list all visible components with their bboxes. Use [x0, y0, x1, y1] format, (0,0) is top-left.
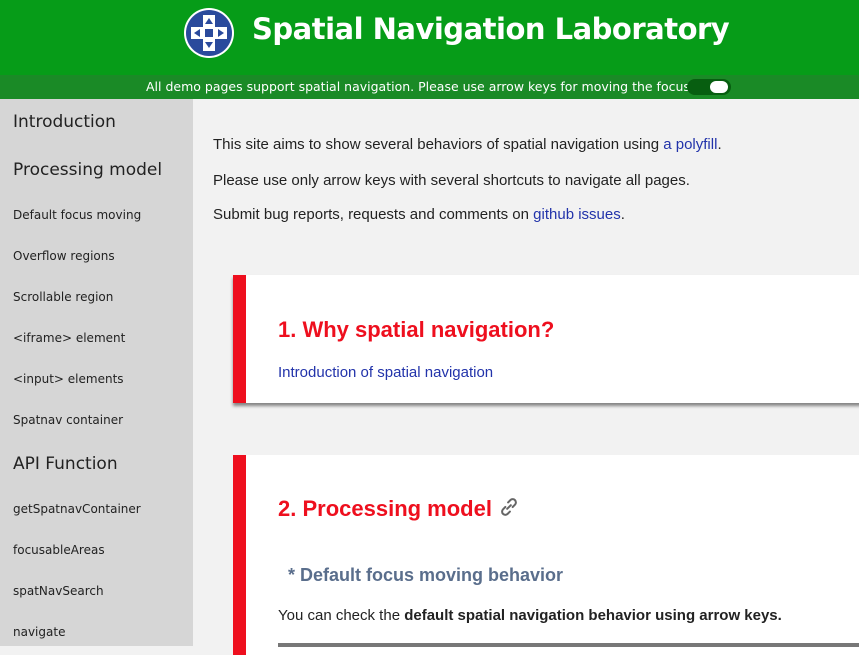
sidebar-item-default-focus-moving[interactable]: Default focus moving — [13, 208, 141, 222]
sidebar-item-spatnavsearch[interactable]: spatNavSearch — [13, 584, 104, 598]
demo-frame-border — [278, 643, 859, 647]
section-card-why: 1. Why spatial navigation? Introduction … — [233, 275, 859, 403]
polyfill-link[interactable]: a polyfill — [663, 136, 717, 153]
sidebar-item-processing-model[interactable]: Processing model — [13, 160, 162, 180]
sidebar: Introduction Processing model Default fo… — [0, 99, 193, 646]
main-content: This site aims to show several behaviors… — [193, 99, 859, 655]
intro-text: Submit bug reports, requests and comment… — [213, 206, 534, 223]
subsection-heading: * Default focus moving behavior — [288, 565, 564, 585]
section-title: 1. Why spatial navigation? — [278, 317, 555, 342]
section-title-row: 2. Processing model — [278, 496, 520, 524]
intro-period: . — [717, 136, 722, 153]
site-header: Spatial Navigation Laboratory — [0, 0, 859, 75]
spatnav-toggle[interactable] — [687, 79, 731, 95]
intro-line-2: Please use only arrow keys with several … — [213, 172, 690, 189]
sidebar-item-introduction[interactable]: Introduction — [13, 112, 116, 132]
sidebar-item-input-elements[interactable]: <input> elements — [13, 372, 124, 386]
desc-text: You can check the — [278, 607, 405, 624]
intro-line-1: This site aims to show several behaviors… — [213, 136, 722, 153]
intro-period: . — [620, 206, 625, 223]
intro-text: This site aims to show several behaviors… — [213, 136, 664, 153]
intro-line-3: Submit bug reports, requests and comment… — [213, 206, 625, 223]
intro-spatnav-link[interactable]: Introduction of spatial navigation — [278, 364, 493, 381]
sidebar-item-api-function[interactable]: API Function — [13, 454, 118, 474]
sidebar-item-navigate[interactable]: navigate — [13, 625, 65, 639]
dpad-icon[interactable] — [184, 8, 234, 58]
site-title: Spatial Navigation Laboratory — [252, 12, 730, 46]
section-title: 2. Processing model — [278, 496, 492, 521]
notice-text: All demo pages support spatial navigatio… — [146, 79, 694, 94]
link-chain-icon[interactable] — [498, 496, 520, 524]
desc-bold-text: default spatial navigation behavior usin… — [404, 607, 782, 624]
sidebar-item-scrollable-region[interactable]: Scrollable region — [13, 290, 113, 304]
section-card-processing: 2. Processing model * Default focus movi… — [233, 455, 859, 655]
sidebar-item-getspatnavcontainer[interactable]: getSpatnavContainer — [13, 502, 141, 516]
section-description: You can check the default spatial naviga… — [278, 607, 782, 624]
sidebar-item-overflow-regions[interactable]: Overflow regions — [13, 249, 115, 263]
sidebar-item-focusableareas[interactable]: focusableAreas — [13, 543, 105, 557]
toggle-knob — [710, 81, 728, 93]
notice-bar: All demo pages support spatial navigatio… — [0, 75, 859, 99]
github-issues-link[interactable]: github issues — [533, 206, 621, 223]
sidebar-item-iframe-element[interactable]: <iframe> element — [13, 331, 125, 345]
sidebar-item-spatnav-container[interactable]: Spatnav container — [13, 413, 123, 427]
